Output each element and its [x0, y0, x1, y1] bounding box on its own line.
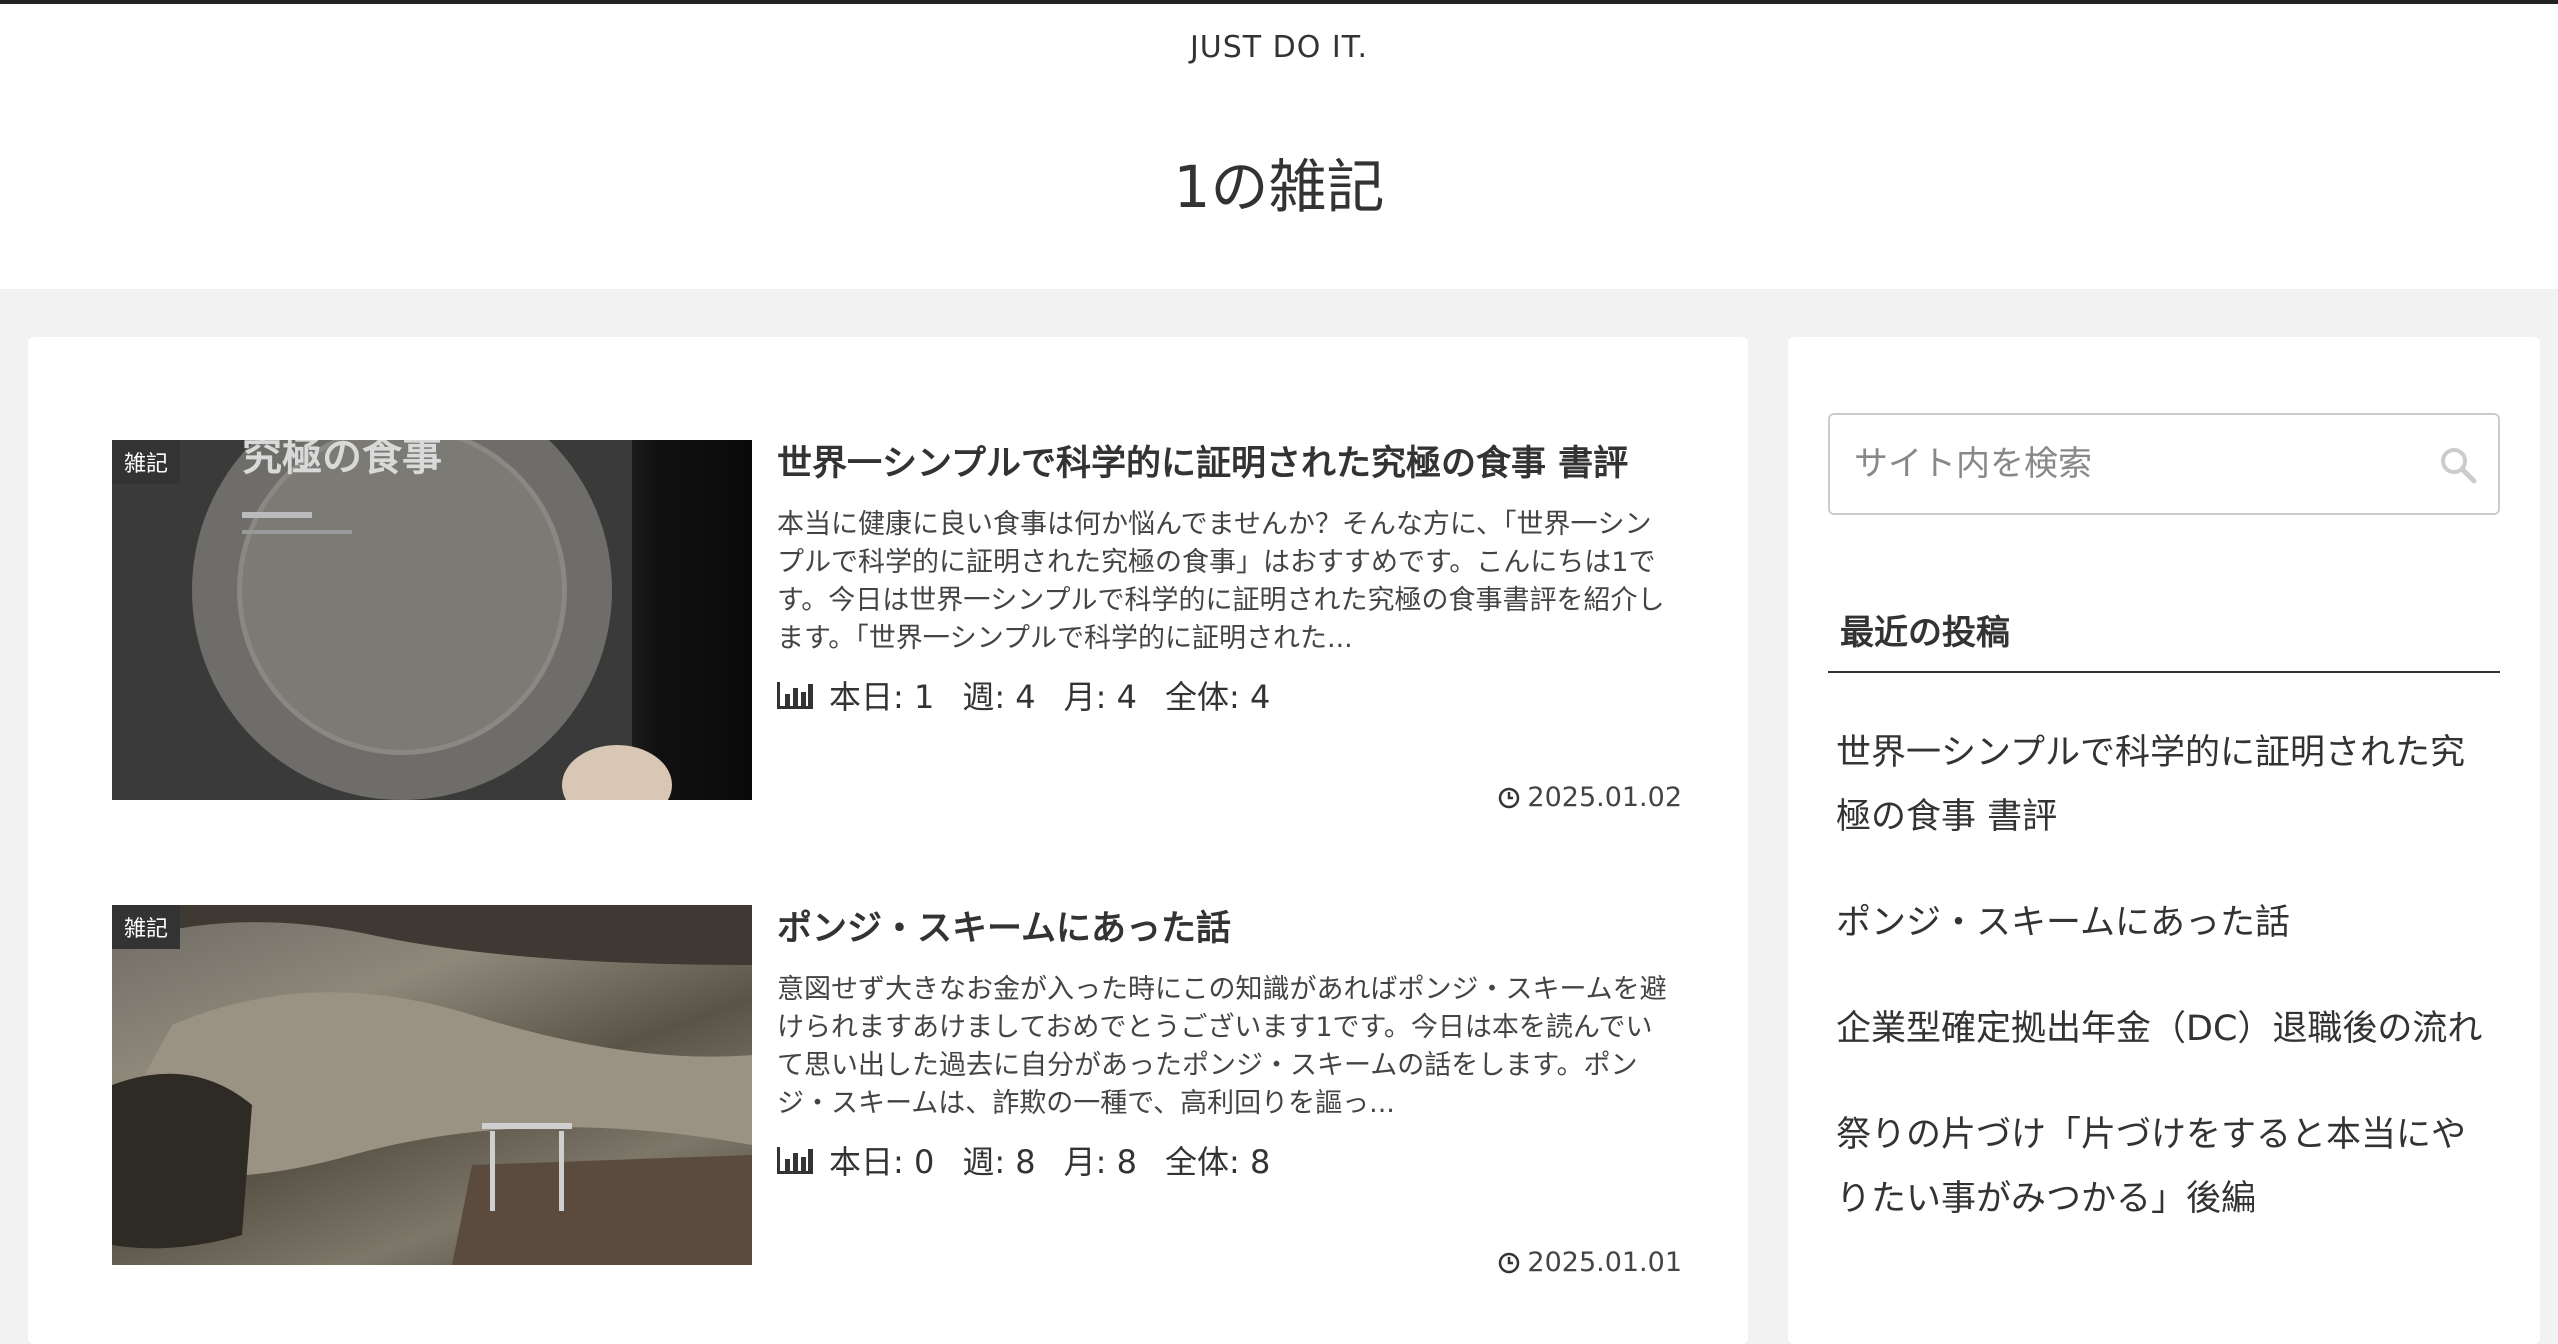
recent-post-link[interactable]: ポンジ・スキームにあった話 [1836, 891, 2486, 955]
bar-chart-icon [777, 682, 813, 709]
stat-today: 本日: 0 [829, 1143, 935, 1181]
stat-month: 月: 8 [1063, 1143, 1137, 1181]
cave-photo-image [112, 905, 752, 1265]
clock-icon [1499, 787, 1520, 808]
post-date: 2025.01.02 [1497, 782, 1682, 813]
view-stats: 本日: 1 週: 4 月: 4 全体: 4 [777, 672, 1270, 718]
book-cover-image: 究極の食事 [112, 440, 672, 800]
stat-week: 週: 8 [962, 1143, 1036, 1181]
search-icon[interactable] [2438, 445, 2478, 485]
post-date-text: 2025.01.01 [1527, 1247, 1682, 1278]
post-date-text: 2025.01.02 [1527, 782, 1682, 813]
search-box [1828, 413, 2500, 515]
post-list: 究極の食事 雑記 世界一シンプルで科学的に証明された究極の食事 書評 本当に健康… [28, 337, 1748, 1344]
site-title[interactable]: 1の雑記 [0, 140, 2558, 224]
category-badge[interactable]: 雑記 [112, 440, 181, 484]
post-title[interactable]: ポンジ・スキームにあった話 [777, 905, 1677, 954]
post-thumbnail[interactable]: 雑記 [112, 905, 752, 1265]
post-date: 2025.01.01 [1497, 1247, 1682, 1278]
stat-total: 全体: 4 [1164, 678, 1271, 716]
recent-posts-heading: 最近の投稿 [1828, 605, 2500, 673]
recent-post-link[interactable]: 祭りの片づけ「片づけをすると本当にやりたい事がみつかる」後編 [1836, 1103, 2486, 1231]
post-title[interactable]: 世界一シンプルで科学的に証明された究極の食事 書評 [777, 440, 1677, 489]
post-snippet: 意図せず大きなお金が入った時にこの知識があればポンジ・スキームを避けられますあけ… [777, 974, 1667, 1119]
category-badge[interactable]: 雑記 [112, 905, 181, 949]
post-snippet: 本当に健康に良い食事は何か悩んでませんか？そんな方に、「世界一シンプルで科学的に… [777, 509, 1665, 654]
search-input[interactable] [1854, 415, 2414, 513]
book-cover-title: 究極の食事 [242, 440, 442, 480]
recent-post-link[interactable]: 世界一シンプルで科学的に証明された究極の食事 書評 [1836, 721, 2486, 849]
stat-month: 月: 4 [1063, 678, 1137, 716]
stat-today: 本日: 1 [829, 678, 935, 716]
sidebar: 最近の投稿 世界一シンプルで科学的に証明された究極の食事 書評 ポンジ・スキーム… [1788, 337, 2540, 1344]
site-header: JUST DO IT. 1の雑記 [0, 4, 2558, 289]
post-card[interactable]: 雑記 ポンジ・スキームにあった話 意図せず大きなお金が入った時にこの知識があれば… [112, 905, 1682, 1285]
stat-week: 週: 4 [962, 678, 1036, 716]
post-thumbnail[interactable]: 究極の食事 雑記 [112, 440, 752, 800]
site-tagline: JUST DO IT. [1189, 30, 1369, 65]
stat-total: 全体: 8 [1164, 1143, 1271, 1181]
clock-icon [1499, 1252, 1520, 1273]
recent-post-link[interactable]: 企業型確定拠出年金（DC）退職後の流れ [1836, 997, 2486, 1061]
post-card[interactable]: 究極の食事 雑記 世界一シンプルで科学的に証明された究極の食事 書評 本当に健康… [112, 440, 1682, 820]
recent-posts-list: 世界一シンプルで科学的に証明された究極の食事 書評 ポンジ・スキームにあった話 … [1836, 721, 2486, 1273]
view-stats: 本日: 0 週: 8 月: 8 全体: 8 [777, 1137, 1270, 1183]
bar-chart-icon [777, 1147, 813, 1174]
